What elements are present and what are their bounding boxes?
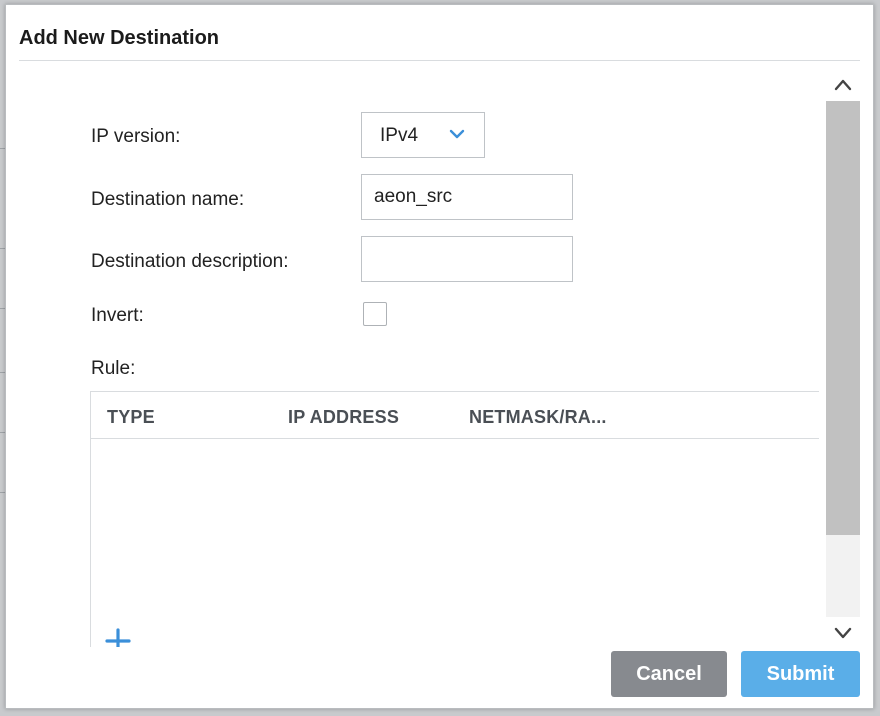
rule-label: Rule: bbox=[91, 358, 136, 379]
scrollbar-track[interactable] bbox=[826, 101, 860, 617]
destination-description-input[interactable] bbox=[361, 236, 573, 282]
ip-version-value: IPv4 bbox=[380, 125, 419, 146]
add-destination-dialog: Add New Destination IP version: IPv4 Des… bbox=[5, 4, 874, 709]
column-header-ip-address[interactable]: IP ADDRESS bbox=[288, 407, 399, 428]
scrollbar-thumb[interactable] bbox=[826, 101, 860, 535]
chevron-down-icon bbox=[449, 129, 465, 139]
rule-table-header: TYPE IP ADDRESS NETMASK/RA... bbox=[91, 392, 819, 439]
plus-icon[interactable] bbox=[105, 628, 131, 647]
submit-button[interactable]: Submit bbox=[741, 651, 860, 697]
chevron-down-icon[interactable] bbox=[826, 617, 860, 649]
chevron-up-icon[interactable] bbox=[826, 69, 860, 101]
destination-name-input[interactable] bbox=[361, 174, 573, 220]
cancel-button[interactable]: Cancel bbox=[611, 651, 727, 697]
dialog-body: IP version: IPv4 Destination name: Desti… bbox=[19, 62, 819, 647]
column-header-type[interactable]: TYPE bbox=[107, 407, 155, 428]
ip-version-label: IP version: bbox=[91, 126, 181, 147]
ip-version-select[interactable]: IPv4 bbox=[361, 112, 485, 158]
invert-checkbox[interactable] bbox=[363, 302, 387, 326]
vertical-scrollbar[interactable] bbox=[826, 69, 860, 649]
rule-table: TYPE IP ADDRESS NETMASK/RA... bbox=[90, 391, 819, 647]
column-header-netmask-range[interactable]: NETMASK/RA... bbox=[469, 407, 607, 428]
title-divider bbox=[19, 60, 860, 61]
destination-name-label: Destination name: bbox=[91, 189, 245, 210]
destination-description-label: Destination description: bbox=[91, 251, 289, 272]
invert-label: Invert: bbox=[91, 305, 144, 326]
dialog-title: Add New Destination bbox=[19, 27, 220, 49]
